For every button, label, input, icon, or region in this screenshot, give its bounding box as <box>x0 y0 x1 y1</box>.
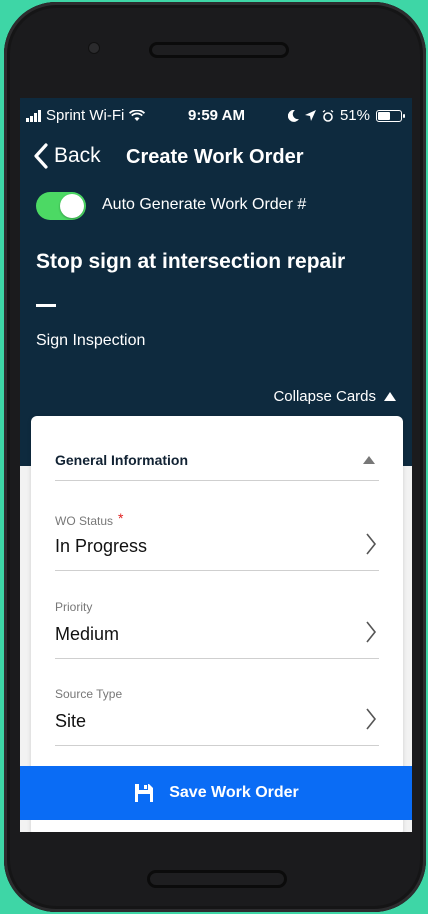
battery-icon <box>376 109 405 122</box>
required-marker: * <box>118 510 124 526</box>
field-value: In Progress <box>55 536 148 556</box>
card-title: General Information <box>55 452 189 468</box>
chevron-right-icon <box>366 533 377 555</box>
back-chevron-icon <box>34 143 48 169</box>
app-screen: Sprint Wi-Fi 9:59 AM 51% Back Create Wor… <box>20 98 412 832</box>
signal-icon <box>26 109 41 122</box>
card-header[interactable]: General Information <box>55 446 379 481</box>
field-label: WO Status * <box>55 510 124 528</box>
work-order-type: Sign Inspection <box>36 332 146 349</box>
earpiece-speaker <box>149 42 289 58</box>
auto-generate-toggle[interactable] <box>36 192 86 220</box>
collapse-cards-button[interactable]: Collapse Cards <box>273 388 396 405</box>
field-label: Source Type <box>55 687 123 701</box>
back-label: Back <box>54 144 101 167</box>
field-value: Medium <box>55 624 120 644</box>
status-bar: Sprint Wi-Fi 9:59 AM 51% <box>20 98 412 136</box>
work-order-title[interactable]: Stop sign at intersection repair <box>36 250 345 274</box>
caret-up-icon <box>363 456 375 464</box>
alarm-icon <box>322 109 334 122</box>
caret-up-icon <box>384 392 396 401</box>
location-arrow-icon <box>304 110 316 121</box>
save-work-order-button[interactable]: Save Work Order <box>20 766 412 820</box>
wifi-icon <box>129 109 146 121</box>
wo-status-field[interactable]: WO Status * In Progress <box>55 510 379 571</box>
field-label: Priority <box>55 600 93 614</box>
source-type-field[interactable]: Source Type Site <box>55 687 379 746</box>
navigation-bar: Back Create Work Order <box>20 136 412 180</box>
field-value: Site <box>55 711 87 731</box>
toggle-knob <box>60 194 84 218</box>
home-button <box>147 870 287 888</box>
auto-generate-label: Auto Generate Work Order # <box>102 196 307 213</box>
priority-field[interactable]: Priority Medium <box>55 600 379 659</box>
chevron-right-icon <box>366 708 377 730</box>
carrier-label: Sprint Wi-Fi <box>46 107 125 124</box>
battery-percent: 51% <box>339 107 370 124</box>
phone-frame: Sprint Wi-Fi 9:59 AM 51% Back Create Wor… <box>4 2 426 912</box>
back-button[interactable]: Back <box>32 142 101 170</box>
clock: 9:59 AM <box>188 107 245 124</box>
front-camera <box>88 42 100 54</box>
chevron-right-icon <box>366 621 377 643</box>
work-order-number-placeholder <box>36 304 56 307</box>
save-button-label: Save Work Order <box>169 784 299 801</box>
collapse-cards-label: Collapse Cards <box>273 388 376 405</box>
page-title: Create Work Order <box>126 146 304 168</box>
save-disk-icon <box>135 784 154 802</box>
moon-icon <box>287 109 299 122</box>
